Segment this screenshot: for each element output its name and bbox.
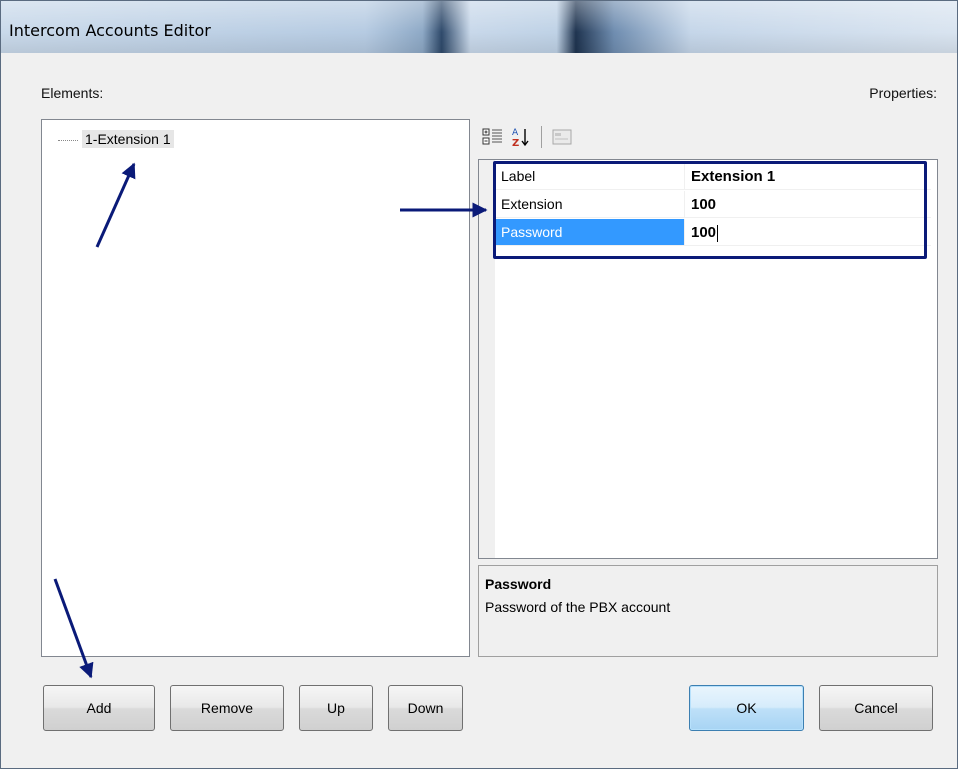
description-text: Password of the PBX account: [485, 599, 671, 615]
properties-label: Properties:: [869, 85, 937, 101]
tree-item-label: 1-Extension 1: [82, 130, 174, 148]
up-button[interactable]: Up: [299, 685, 373, 731]
property-value[interactable]: 100: [685, 191, 931, 217]
property-row-password[interactable]: Password 100: [495, 219, 931, 246]
property-description-panel: Password Password of the PBX account: [478, 565, 938, 657]
toolbar-separator: [541, 126, 542, 148]
property-grid-gutter: [479, 160, 495, 558]
property-key: Label: [495, 163, 685, 189]
tree-item-extension-1[interactable]: 1-Extension 1: [58, 130, 174, 148]
property-value-editor[interactable]: 100: [685, 219, 931, 245]
svg-text:Z: Z: [512, 138, 519, 148]
property-pages-icon[interactable]: [550, 125, 574, 149]
cancel-button[interactable]: Cancel: [819, 685, 933, 731]
property-grid[interactable]: Label Extension 1 Extension 100 Password…: [478, 159, 938, 559]
add-button[interactable]: Add: [43, 685, 155, 731]
dialog-client-area: Elements: Properties: 1-Extension 1 A Z …: [9, 53, 949, 761]
ok-button[interactable]: OK: [689, 685, 804, 731]
alphabetical-sort-icon[interactable]: A Z: [509, 125, 533, 149]
svg-text:A: A: [512, 128, 519, 138]
categorized-icon[interactable]: [481, 125, 505, 149]
title-bar[interactable]: Intercom Accounts Editor: [1, 1, 957, 53]
password-value-text: 100: [691, 224, 717, 241]
dialog-window: Intercom Accounts Editor Elements: Prope…: [0, 0, 958, 769]
down-button[interactable]: Down: [388, 685, 463, 731]
property-row-extension[interactable]: Extension 100: [495, 191, 931, 218]
elements-label: Elements:: [41, 85, 104, 101]
remove-button[interactable]: Remove: [170, 685, 284, 731]
property-value[interactable]: Extension 1: [685, 163, 931, 189]
window-title: Intercom Accounts Editor: [9, 21, 211, 40]
property-key: Password: [495, 219, 685, 245]
text-caret: [717, 224, 719, 242]
property-grid-toolbar: A Z: [481, 123, 574, 151]
property-row-label[interactable]: Label Extension 1: [495, 163, 931, 190]
property-key: Extension: [495, 191, 685, 217]
elements-tree[interactable]: 1-Extension 1: [41, 119, 470, 657]
tree-connector-line: [58, 139, 78, 141]
description-title: Password: [485, 576, 552, 592]
